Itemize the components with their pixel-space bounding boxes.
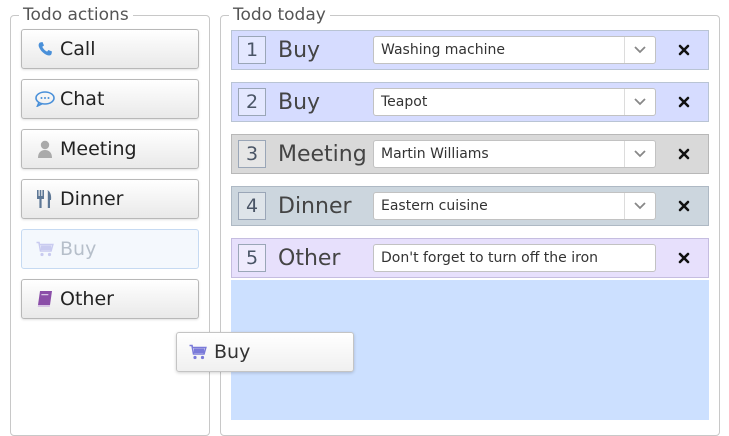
todo-note-input[interactable] bbox=[373, 244, 656, 272]
todo-kind: Other bbox=[278, 246, 341, 271]
todo-select[interactable]: Martin Williams bbox=[373, 140, 656, 168]
chevron-down-icon[interactable] bbox=[624, 89, 655, 115]
todo-number: 5 bbox=[238, 244, 266, 272]
todo-select-value: Teapot bbox=[381, 94, 428, 110]
todo-kind: Buy bbox=[278, 90, 321, 115]
call-action-label: Call bbox=[60, 38, 96, 60]
todo-select[interactable]: Eastern cuisine bbox=[373, 192, 656, 220]
chevron-down-icon[interactable] bbox=[624, 37, 655, 63]
shopping-cart-icon bbox=[35, 239, 55, 259]
todo-number: 4 bbox=[238, 192, 266, 220]
chevron-down-icon[interactable] bbox=[624, 141, 655, 167]
shopping-cart-icon bbox=[188, 342, 208, 362]
speech-bubble-icon bbox=[35, 89, 55, 109]
delete-todo-button[interactable] bbox=[674, 196, 694, 216]
delete-todo-button[interactable] bbox=[674, 40, 694, 60]
todo-row: 4 Dinner Eastern cuisine bbox=[231, 186, 709, 226]
chat-action-label: Chat bbox=[60, 88, 105, 110]
todo-select-value: Eastern cuisine bbox=[381, 198, 488, 214]
dragging-buy-helper[interactable]: Buy bbox=[176, 332, 354, 372]
fork-knife-icon bbox=[35, 189, 55, 209]
other-action-label: Other bbox=[60, 288, 114, 310]
dinner-action-button[interactable]: Dinner bbox=[21, 179, 199, 219]
buy-action-button[interactable]: Buy bbox=[21, 229, 199, 269]
meeting-action-label: Meeting bbox=[60, 138, 137, 160]
chat-action-button[interactable]: Chat bbox=[21, 79, 199, 119]
todo-select-value: Washing machine bbox=[381, 42, 505, 58]
todo-kind: Meeting bbox=[278, 142, 367, 167]
chevron-down-icon[interactable] bbox=[624, 193, 655, 219]
todo-actions-title: Todo actions bbox=[23, 5, 129, 25]
todo-number: 1 bbox=[238, 36, 266, 64]
todo-select[interactable]: Teapot bbox=[373, 88, 656, 116]
todo-select-value: Martin Williams bbox=[381, 146, 489, 162]
dinner-action-label: Dinner bbox=[60, 188, 124, 210]
dragging-buy-label: Buy bbox=[214, 341, 251, 363]
delete-todo-button[interactable] bbox=[674, 92, 694, 112]
todo-row: 3 Meeting Martin Williams bbox=[231, 134, 709, 174]
todo-row: 5 Other bbox=[231, 238, 709, 278]
todo-today-title: Todo today bbox=[233, 5, 326, 25]
buy-action-label: Buy bbox=[60, 238, 97, 260]
meeting-action-button[interactable]: Meeting bbox=[21, 129, 199, 169]
call-action-button[interactable]: Call bbox=[21, 29, 199, 69]
phone-icon bbox=[35, 39, 55, 59]
delete-todo-button[interactable] bbox=[674, 144, 694, 164]
todo-row: 2 Buy Teapot bbox=[231, 82, 709, 122]
todo-kind: Buy bbox=[278, 38, 321, 63]
other-action-button[interactable]: Other bbox=[21, 279, 199, 319]
book-icon bbox=[35, 289, 55, 309]
todo-select[interactable]: Washing machine bbox=[373, 36, 656, 64]
person-icon bbox=[35, 139, 55, 159]
todo-row: 1 Buy Washing machine bbox=[231, 30, 709, 70]
todo-number: 2 bbox=[238, 88, 266, 116]
delete-todo-button[interactable] bbox=[674, 248, 694, 268]
todo-number: 3 bbox=[238, 140, 266, 168]
todo-kind: Dinner bbox=[278, 194, 352, 219]
